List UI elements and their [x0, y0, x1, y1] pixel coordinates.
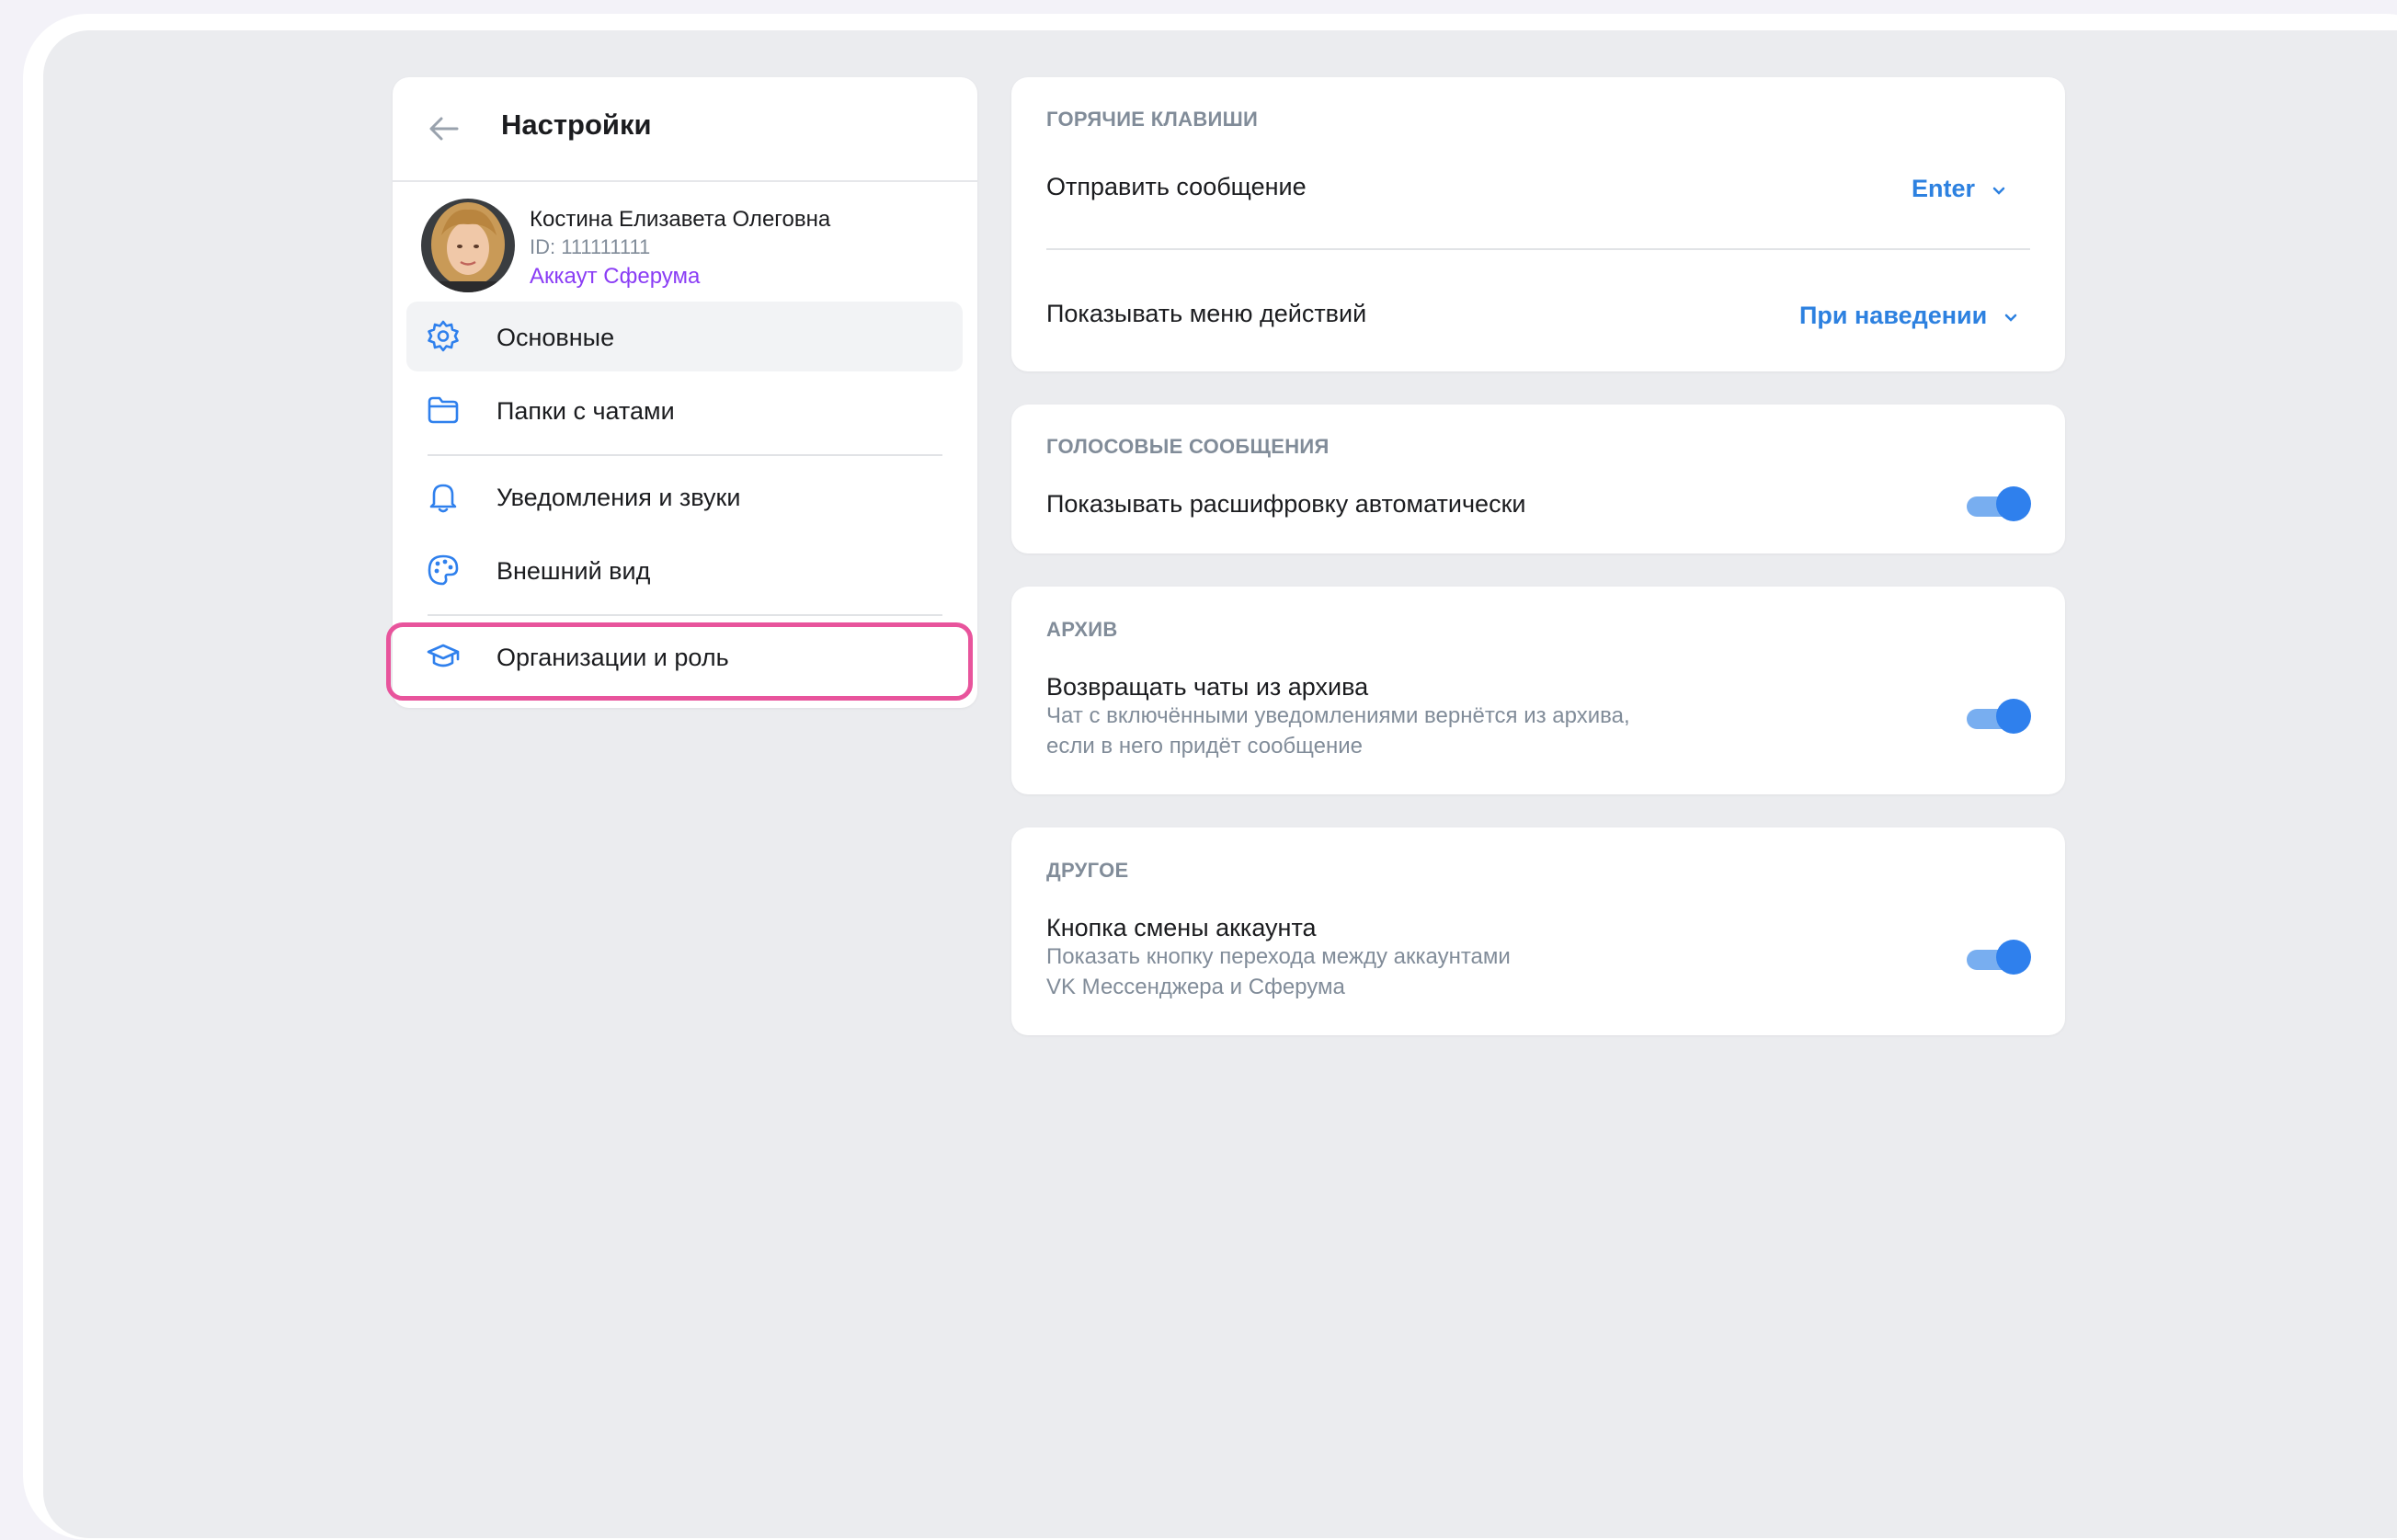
divider [1046, 248, 2030, 250]
switch-account-toggle[interactable] [1967, 940, 2031, 976]
divider [428, 454, 942, 456]
section-title: ГОРЯЧИЕ КЛАВИШИ [1046, 108, 1259, 131]
sidebar-item-appearance[interactable]: Внешний вид [406, 535, 963, 605]
sidebar-item-label: Папки с чатами [497, 397, 675, 425]
transcribe-toggle[interactable] [1967, 486, 2031, 523]
send-message-select[interactable]: Enter [1912, 175, 2006, 203]
sidebar-item-label: Уведомления и звуки [497, 484, 741, 511]
bell-icon [429, 484, 457, 513]
sidebar-item-folders[interactable]: Папки с чатами [406, 375, 963, 445]
action-menu-label: Показывать меню действий [1046, 300, 1367, 327]
other-card: ДРУГОЕ Кнопка смены аккаунта Показать кн… [1011, 827, 2065, 1035]
action-menu-select[interactable]: При наведении [1799, 302, 2018, 330]
sidebar-item-label: Основные [497, 324, 615, 351]
action-menu-value: При наведении [1799, 302, 1988, 329]
return-chats-toggle[interactable] [1967, 699, 2031, 736]
chevron-down-icon [2004, 314, 2017, 322]
settings-sidebar: Настройки Костина Елизавета Олеговна ID:… [393, 77, 977, 708]
divider [428, 614, 942, 616]
profile-id: ID: 111111111 [530, 235, 651, 258]
folder-icon [428, 396, 459, 424]
switch-account-description: Показать кнопку перехода между аккаунтам… [1046, 944, 1511, 999]
sidebar-item-label: Внешний вид [497, 557, 651, 585]
send-message-value: Enter [1912, 175, 1976, 202]
switch-account-label: Кнопка смены аккаунта [1046, 914, 1317, 941]
return-chats-label: Возвращать чаты из архива [1046, 673, 1369, 701]
chevron-down-icon [1992, 187, 2004, 195]
avatar [421, 199, 515, 292]
profile-account-type: Аккаут Сферума [530, 264, 701, 289]
sidebar-item-notifications[interactable]: Уведомления и звуки [406, 462, 963, 531]
section-title: АРХИВ [1046, 618, 1118, 641]
archive-card: АРХИВ Возвращать чаты из архива Чат с вк… [1011, 587, 2065, 794]
sidebar-item-general[interactable]: Основные [406, 302, 963, 371]
back-arrow-icon[interactable] [426, 110, 462, 147]
profile-block[interactable]: Костина Елизавета Олеговна ID: 111111111… [393, 180, 977, 296]
send-message-label: Отправить сообщение [1046, 173, 1307, 200]
voice-messages-card: ГОЛОСОВЫЕ СООБЩЕНИЯ Показывать расшифров… [1011, 405, 2065, 553]
section-title: ГОЛОСОВЫЕ СООБЩЕНИЯ [1046, 435, 1330, 458]
page-title: Настройки [501, 108, 652, 141]
profile-name: Костина Елизавета Олеговна [530, 207, 831, 232]
hotkeys-card: ГОРЯЧИЕ КЛАВИШИ Отправить сообщение Ente… [1011, 77, 2065, 371]
gear-icon [428, 320, 459, 352]
palette-icon [428, 554, 459, 586]
sidebar-header: Настройки [393, 77, 977, 182]
return-chats-description: Чат с включёнными уведомлениями вернётся… [1046, 703, 1630, 759]
transcribe-label: Показывать расшифровку автоматически [1046, 490, 1526, 518]
highlight-frame [386, 622, 973, 701]
section-title: ДРУГОЕ [1046, 859, 1129, 882]
